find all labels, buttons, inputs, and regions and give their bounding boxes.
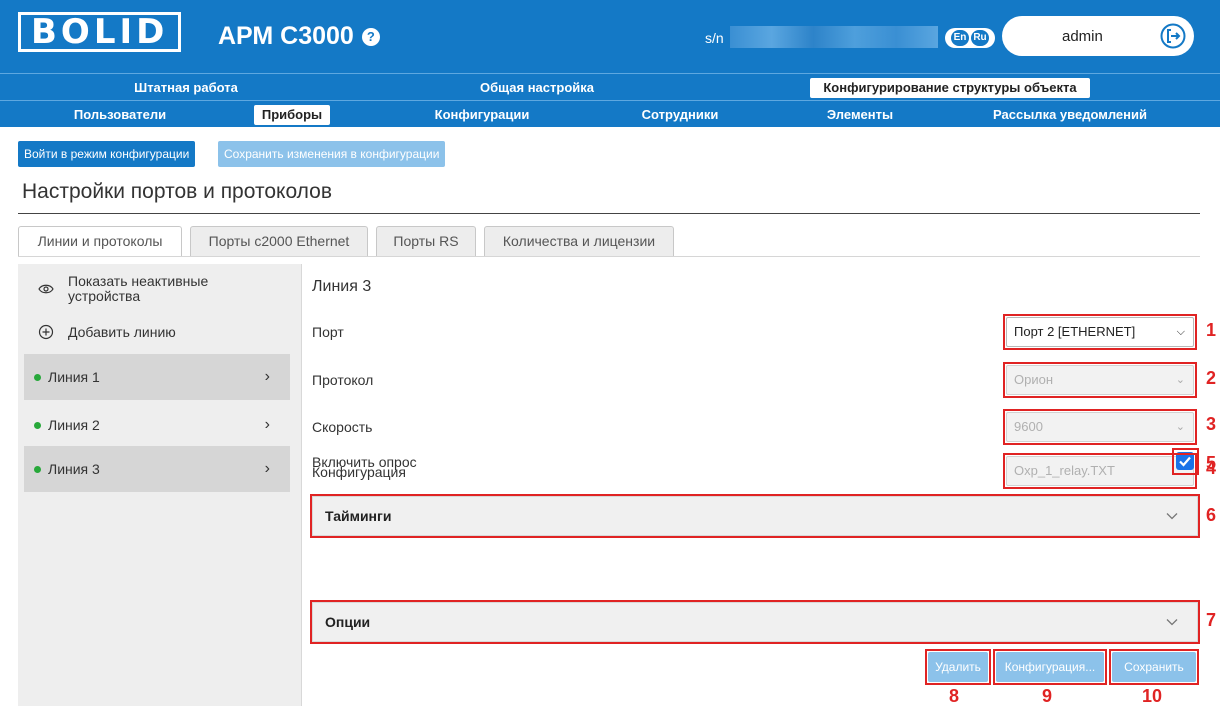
add-line-label: Добавить линию bbox=[68, 324, 176, 340]
help-icon[interactable]: ? bbox=[361, 27, 380, 46]
subnav-devices[interactable]: Приборы bbox=[254, 105, 330, 125]
tabs-divider bbox=[18, 256, 1200, 257]
line-item-label: Линия 1 bbox=[48, 369, 100, 385]
line-item-label: Линия 3 bbox=[48, 461, 100, 477]
line-item-label: Линия 2 bbox=[48, 417, 100, 433]
port-label: Порт bbox=[312, 324, 344, 340]
annotation-label-1: 1 bbox=[1206, 320, 1217, 340]
lang-ru-button[interactable]: Ru bbox=[971, 30, 989, 46]
annotation-box-10 bbox=[1109, 649, 1199, 685]
app-title: АРМ С3000 ? bbox=[218, 22, 380, 51]
tab-rs-ports[interactable]: Порты RS bbox=[376, 226, 476, 256]
user-name: admin bbox=[1062, 27, 1103, 45]
eye-icon bbox=[38, 284, 54, 294]
show-inactive-label: Показать неактивные устройства bbox=[68, 273, 209, 304]
annotation-label-3: 3 bbox=[1206, 414, 1217, 434]
app-title-text: АРМ С3000 bbox=[218, 22, 354, 50]
logo-text: BOLID bbox=[31, 12, 169, 52]
line-item-2[interactable]: Линия 2 › bbox=[24, 402, 290, 448]
annotation-label-9: 9 bbox=[1042, 686, 1053, 706]
annotation-box-4 bbox=[1003, 453, 1197, 489]
line-form-title: Линия 3 bbox=[312, 278, 372, 295]
bolid-logo: BOLID bbox=[18, 12, 182, 52]
annotation-box-1 bbox=[1003, 314, 1197, 350]
status-dot bbox=[34, 421, 41, 429]
annotation-label-2: 2 bbox=[1206, 368, 1217, 388]
line-item-1[interactable]: Линия 1 › bbox=[24, 354, 290, 400]
annotation-box-9 bbox=[993, 649, 1107, 685]
annotation-label-10: 10 bbox=[1142, 686, 1163, 706]
line-item-3[interactable]: Линия 3 › bbox=[24, 446, 290, 492]
main-nav: Штатная работа Общая настройка Конфигури… bbox=[0, 73, 1220, 100]
language-switch[interactable]: En Ru bbox=[945, 28, 995, 48]
chevron-right-icon: › bbox=[264, 368, 270, 385]
subnav-employees[interactable]: Сотрудники bbox=[630, 105, 730, 125]
protocol-label: Протокол bbox=[312, 372, 374, 388]
annotation-label-5: 5 bbox=[1206, 453, 1217, 473]
logout-icon[interactable] bbox=[1160, 23, 1186, 49]
tab-c2000-ethernet-ports[interactable]: Порты c2000 Ethernet bbox=[190, 226, 368, 256]
annotation-box-6 bbox=[310, 494, 1200, 538]
subnav-configurations[interactable]: Конфигурации bbox=[424, 105, 540, 125]
annotation-label-8: 8 bbox=[949, 686, 960, 706]
chevron-right-icon: › bbox=[264, 416, 270, 433]
speed-label: Скорость bbox=[312, 419, 373, 435]
poll-label: Включить опрос bbox=[312, 454, 417, 470]
show-inactive-toggle[interactable]: Показать неактивные устройства bbox=[18, 270, 302, 308]
status-dot bbox=[34, 373, 41, 381]
annotation-label-7: 7 bbox=[1206, 610, 1217, 630]
lang-en-button[interactable]: En bbox=[951, 30, 969, 46]
add-line-button[interactable]: Добавить линию bbox=[18, 320, 302, 344]
subnav-users[interactable]: Пользователи bbox=[60, 105, 180, 125]
save-config-button[interactable]: Сохранить изменения в конфигурации bbox=[218, 141, 446, 167]
tab-lines-protocols[interactable]: Линии и протоколы bbox=[18, 226, 182, 257]
page-title: Настройки портов и протоколов bbox=[22, 180, 332, 203]
status-dot bbox=[34, 465, 41, 473]
lines-sidebar: Показать неактивные устройства Добавить … bbox=[18, 264, 302, 706]
tab-counts-licenses[interactable]: Количества и лицензии bbox=[484, 226, 674, 256]
user-box: admin bbox=[1002, 16, 1194, 56]
plus-circle-icon bbox=[38, 324, 54, 340]
annotation-box-3 bbox=[1003, 409, 1197, 445]
subnav-elements[interactable]: Элементы bbox=[810, 105, 910, 125]
annotation-label-6: 6 bbox=[1206, 505, 1217, 525]
title-divider bbox=[18, 213, 1200, 214]
annotation-box-5 bbox=[1172, 448, 1199, 475]
serial-number-value-redacted bbox=[730, 26, 938, 48]
annotation-box-7 bbox=[310, 600, 1200, 644]
nav-regular-operation[interactable]: Штатная работа bbox=[116, 78, 256, 98]
annotation-box-2 bbox=[1003, 362, 1197, 398]
chevron-right-icon: › bbox=[264, 460, 270, 477]
nav-general-settings[interactable]: Общая настройка bbox=[462, 78, 612, 98]
serial-number-label: s/n bbox=[705, 30, 724, 46]
app-header: BOLID АРМ С3000 ? s/n En Ru admin bbox=[0, 0, 1220, 73]
annotation-box-8 bbox=[925, 649, 991, 685]
sub-nav: Пользователи Приборы Конфигурации Сотруд… bbox=[0, 100, 1220, 127]
enter-config-mode-button[interactable]: Войти в режим конфигурации bbox=[18, 141, 196, 167]
nav-object-structure-config[interactable]: Конфигурирование структуры объекта bbox=[810, 78, 1090, 98]
subnav-notifications[interactable]: Рассылка уведомлений bbox=[980, 105, 1160, 125]
